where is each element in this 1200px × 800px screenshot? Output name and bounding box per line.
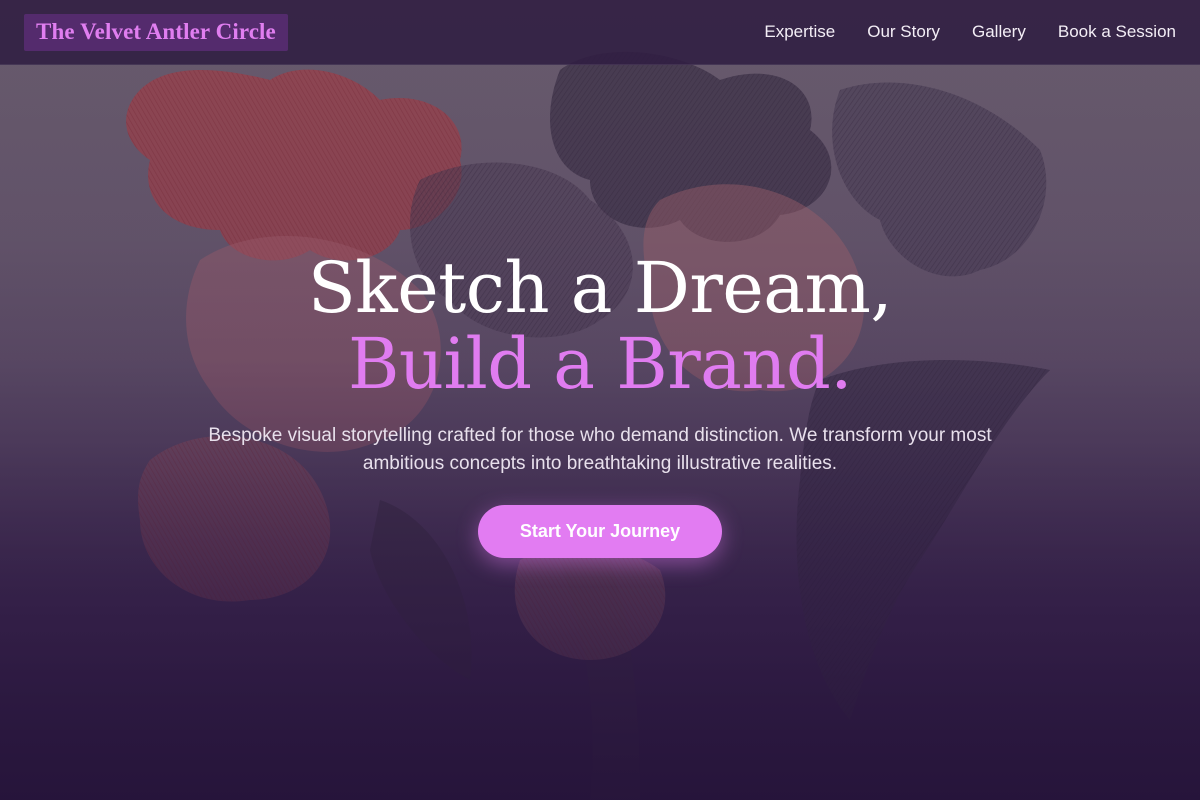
nav-link-our-story[interactable]: Our Story xyxy=(867,22,940,42)
nav-links: Expertise Our Story Gallery Book a Sessi… xyxy=(764,22,1176,42)
hero-headline: Sketch a Dream, Build a Brand. xyxy=(0,250,1200,402)
brand-logo[interactable]: The Velvet Antler Circle xyxy=(24,13,288,51)
nav-link-gallery[interactable]: Gallery xyxy=(972,22,1026,42)
hero-tagline: Bespoke visual storytelling crafted for … xyxy=(208,425,992,474)
headline-line-2: Build a Brand. xyxy=(347,323,853,405)
headline-line-1: Sketch a Dream, xyxy=(307,247,893,329)
hero-content: Sketch a Dream, Build a Brand. Bespoke v… xyxy=(0,0,1200,800)
top-navbar: The Velvet Antler Circle Expertise Our S… xyxy=(0,0,1200,65)
nav-link-expertise[interactable]: Expertise xyxy=(764,22,835,42)
nav-link-book-a-session[interactable]: Book a Session xyxy=(1058,22,1176,42)
start-journey-button[interactable]: Start Your Journey xyxy=(478,505,722,558)
